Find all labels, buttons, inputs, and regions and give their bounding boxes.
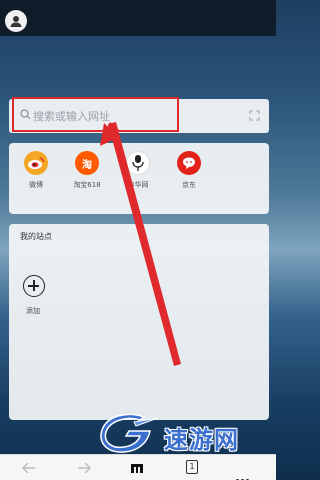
- menu-dots-icon[interactable]: [236, 467, 251, 480]
- tabs-button[interactable]: 1: [186, 460, 198, 474]
- back-arrow-icon[interactable]: [20, 459, 38, 477]
- watermark-logo-icon: [100, 414, 159, 453]
- bottom-toolbar: 1: [0, 454, 276, 480]
- watermark: 速游网: [100, 414, 276, 454]
- watermark-text: 速游网: [164, 426, 239, 454]
- forward-arrow-icon[interactable]: [75, 459, 93, 477]
- home-logo-icon[interactable]: [128, 459, 146, 477]
- annotation-arrow: [100, 122, 181, 366]
